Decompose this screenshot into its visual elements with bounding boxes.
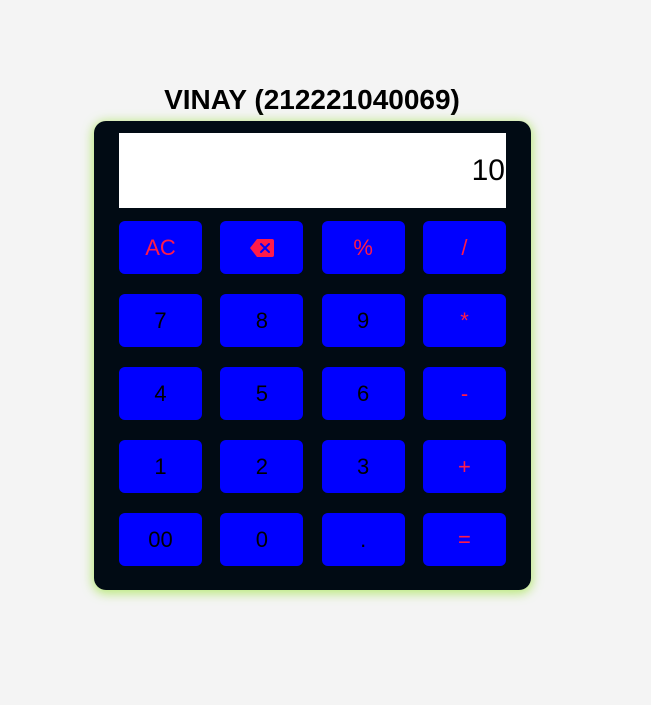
digit-8-label: 8 [255, 307, 268, 333]
decimal-button[interactable]: . [321, 513, 405, 566]
digit-4-label: 4 [154, 380, 167, 406]
equals-label: = [458, 526, 471, 552]
clear-button[interactable]: AC [119, 221, 202, 274]
decimal-label: . [360, 526, 367, 552]
digit-4-button[interactable]: 4 [119, 367, 202, 420]
digit-6-label: 6 [357, 380, 370, 406]
divide-label: / [461, 234, 468, 260]
multiply-label: * [460, 307, 469, 333]
digit-0-label: 0 [255, 526, 268, 552]
subtract-label: - [460, 380, 469, 406]
backspace-button[interactable] [220, 221, 304, 274]
percent-button[interactable]: % [321, 221, 405, 274]
double-zero-label: 00 [148, 526, 173, 552]
add-button[interactable]: + [422, 440, 506, 493]
digit-3-label: 3 [357, 453, 370, 479]
calculator: 10 AC%/7 8 9 * 4 5 6-1 2 3 +00 0. = [94, 121, 531, 590]
clear-label: AC [145, 234, 176, 260]
digit-0-button[interactable]: 0 [220, 513, 304, 566]
digit-9-label: 9 [357, 307, 370, 333]
multiply-button[interactable]: * [422, 294, 506, 347]
digit-5-label: 5 [255, 380, 268, 406]
page-title: VINAY (212221040069) [164, 84, 460, 115]
backspace-icon [249, 238, 275, 258]
digit-3-button[interactable]: 3 [321, 440, 405, 493]
digit-1-button[interactable]: 1 [119, 440, 202, 493]
divide-button[interactable]: / [422, 221, 506, 274]
digit-7-label: 7 [154, 307, 167, 333]
percent-label: % [353, 234, 373, 260]
double-zero-button[interactable]: 00 [119, 513, 202, 566]
digit-8-button[interactable]: 8 [220, 294, 304, 347]
digit-5-button[interactable]: 5 [220, 367, 304, 420]
digit-7-button[interactable]: 7 [119, 294, 202, 347]
digit-2-button[interactable]: 2 [220, 440, 304, 493]
digit-6-button[interactable]: 6 [321, 367, 405, 420]
digit-1-label: 1 [154, 453, 167, 479]
digit-9-button[interactable]: 9 [321, 294, 405, 347]
subtract-button[interactable]: - [422, 367, 506, 420]
digit-2-label: 2 [255, 453, 268, 479]
keypad: AC%/7 8 9 * 4 5 6-1 2 3 +00 0. = [119, 221, 506, 566]
calculator-display: 10 [119, 133, 506, 208]
add-label: + [458, 453, 471, 479]
equals-button[interactable]: = [422, 513, 506, 566]
